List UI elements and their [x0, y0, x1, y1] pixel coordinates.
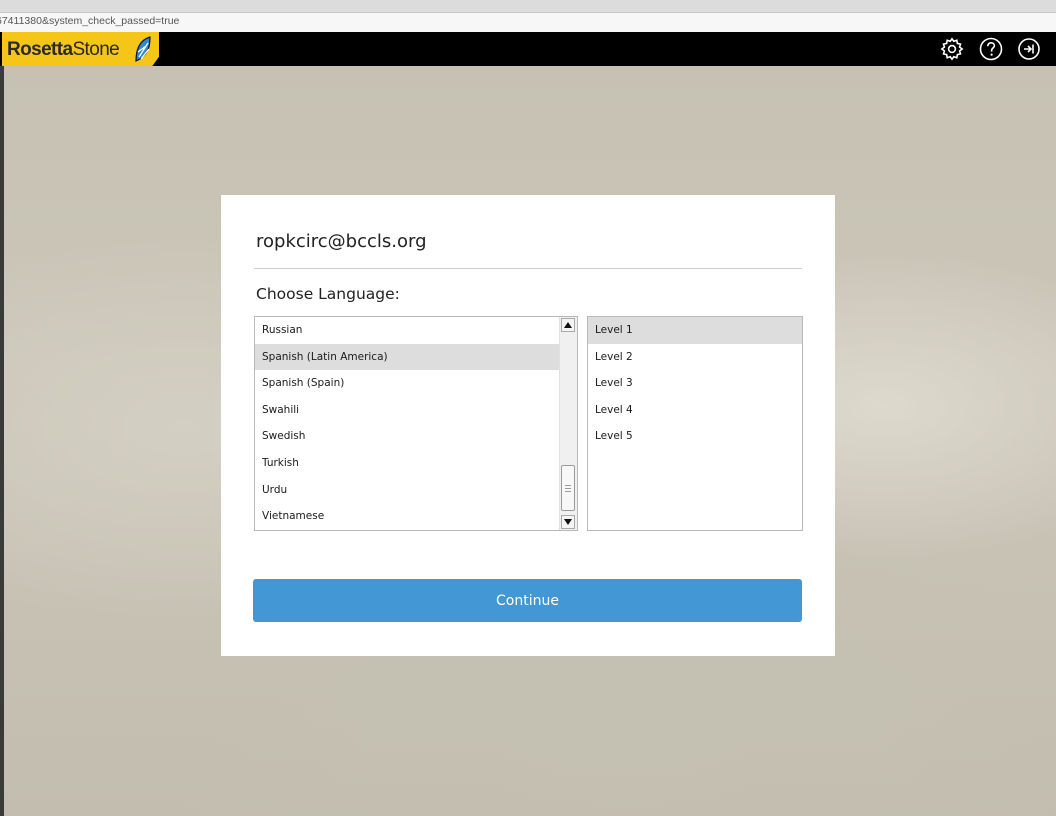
logo-text: RosettaStone	[7, 39, 120, 61]
logo-text-regular: Stone	[72, 39, 120, 60]
url-text[interactable]: 67411380&system_check_passed=true	[0, 15, 179, 27]
level-option[interactable]: Level 1	[588, 317, 802, 344]
help-icon[interactable]	[979, 37, 1003, 61]
language-option[interactable]: Urdu	[255, 477, 577, 504]
language-option[interactable]: Spanish (Latin America)	[255, 343, 577, 371]
user-email: ropkcirc@bccls.org	[256, 231, 427, 252]
language-option[interactable]: Turkish	[255, 450, 577, 477]
browser-tab-strip	[0, 0, 1056, 13]
level-listbox[interactable]: Level 1 Level 2 Level 3 Level 4 Level 5	[587, 316, 803, 531]
sign-out-icon[interactable]	[1017, 37, 1041, 61]
arrow-up-icon	[564, 322, 572, 328]
grip-line	[565, 488, 571, 489]
language-option[interactable]: Swedish	[255, 423, 577, 450]
level-option[interactable]: Level 5	[588, 423, 802, 450]
level-option[interactable]: Level 4	[588, 397, 802, 424]
language-option[interactable]: Russian	[255, 317, 577, 344]
divider	[254, 268, 802, 269]
arrow-down-icon	[564, 519, 572, 525]
level-items: Level 1 Level 2 Level 3 Level 4 Level 5	[588, 317, 802, 450]
language-listbox[interactable]: Russian Spanish (Latin America) Spanish (S…	[254, 316, 578, 531]
scroll-down-button[interactable]	[561, 515, 575, 529]
language-option[interactable]: Vietnamese	[255, 503, 577, 530]
gear-icon[interactable]	[940, 37, 964, 61]
logo-mark-icon	[135, 36, 151, 62]
level-option[interactable]: Level 2	[588, 344, 802, 371]
grip-line	[565, 491, 571, 492]
scroll-thumb[interactable]	[561, 465, 575, 511]
scroll-up-button[interactable]	[561, 318, 575, 332]
language-option[interactable]: Swahili	[255, 397, 577, 424]
language-items: Russian Spanish (Latin America) Spanish (S…	[255, 317, 577, 530]
language-option[interactable]: Spanish (Spain)	[255, 370, 577, 397]
url-bar[interactable]: 67411380&system_check_passed=true	[0, 13, 1056, 33]
continue-button[interactable]: Continue	[253, 579, 802, 622]
language-selection-dialog: ropkcirc@bccls.org Choose Language: Russ…	[221, 195, 835, 656]
logo-text-bold: Rosetta	[7, 39, 73, 60]
choose-language-label: Choose Language:	[256, 285, 400, 303]
grip-line	[565, 485, 571, 486]
level-option[interactable]: Level 3	[588, 370, 802, 397]
language-scrollbar[interactable]	[559, 317, 577, 530]
